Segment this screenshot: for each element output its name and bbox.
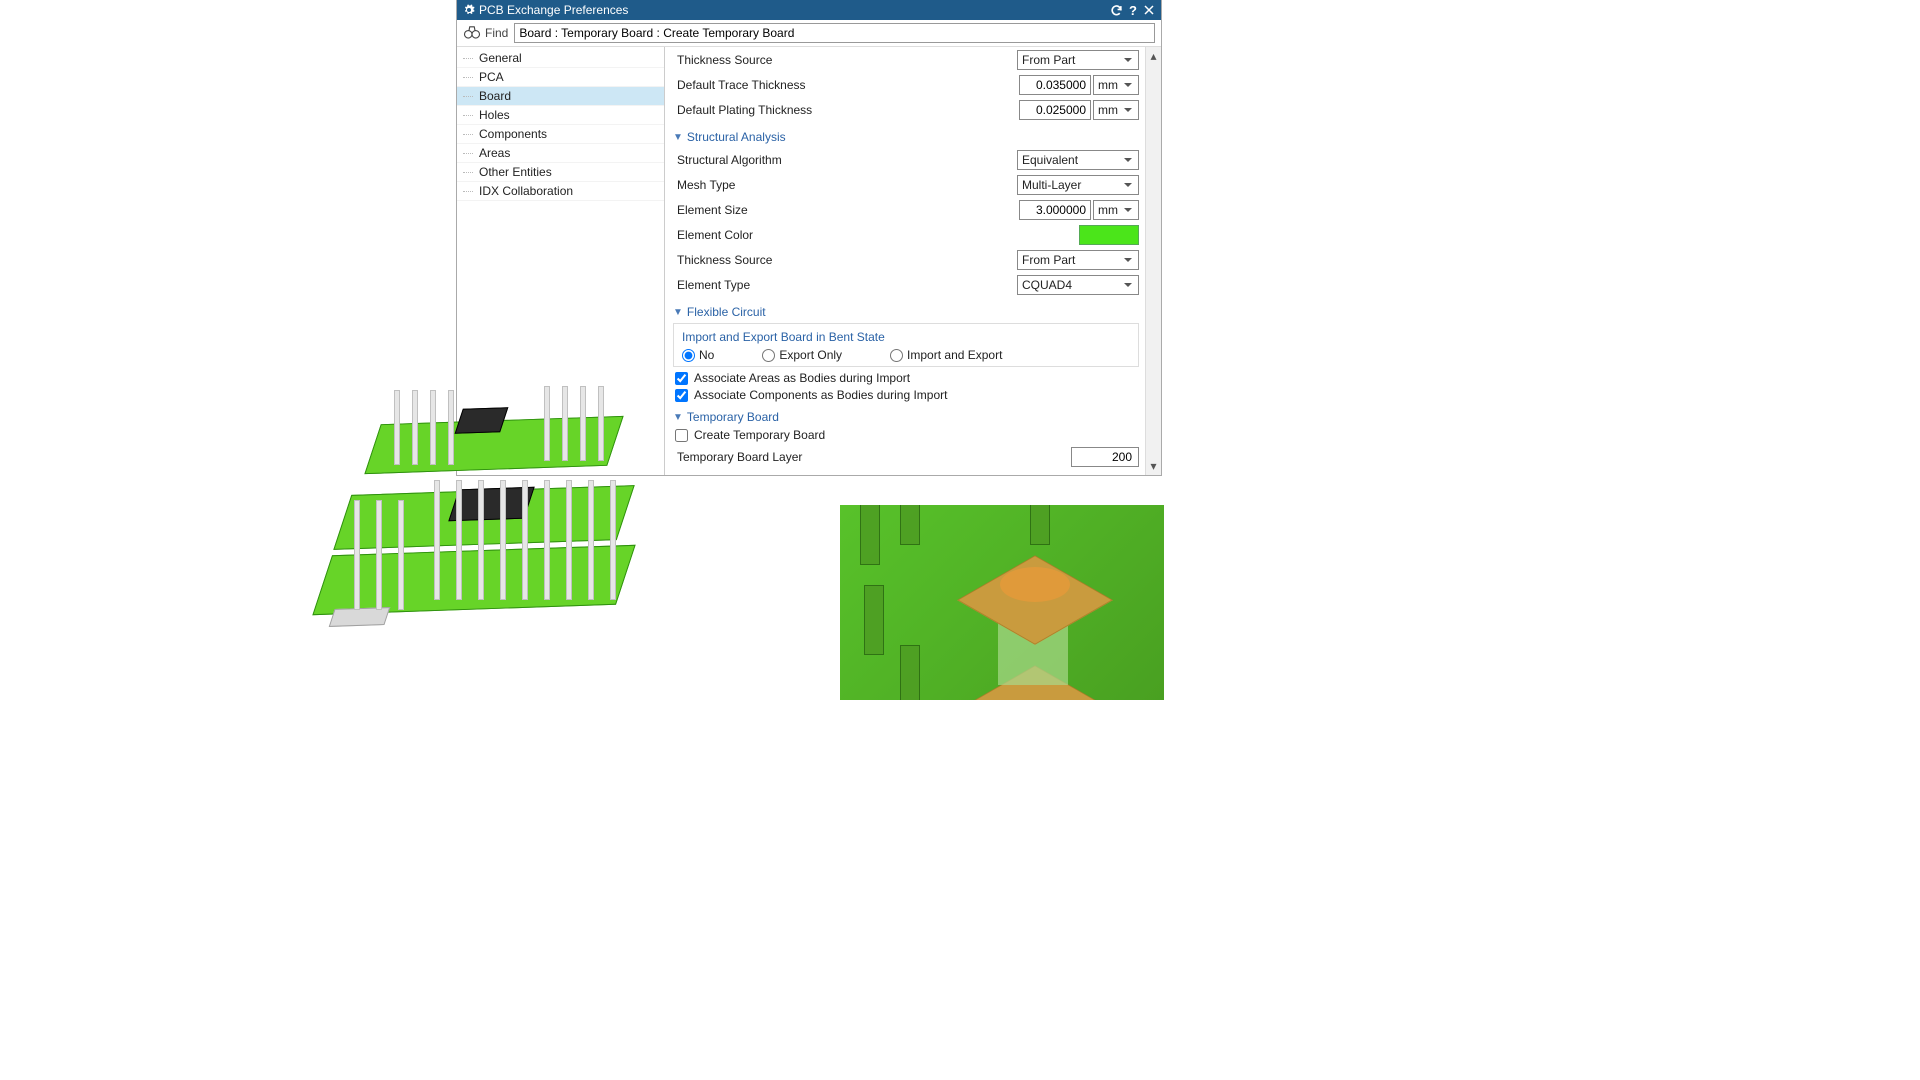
titlebar: PCB Exchange Preferences ? bbox=[457, 0, 1161, 20]
label-thickness-source: Thickness Source bbox=[673, 53, 1017, 67]
input-element-size[interactable] bbox=[1019, 200, 1091, 220]
tree-item-board[interactable]: Board bbox=[457, 87, 664, 106]
label-struct-thickness-source: Thickness Source bbox=[673, 253, 1017, 267]
label-element-type: Element Type bbox=[673, 278, 1017, 292]
label-default-trace: Default Trace Thickness bbox=[673, 78, 1019, 92]
collapse-icon: ▼ bbox=[673, 412, 683, 423]
reset-icon[interactable] bbox=[1110, 4, 1123, 17]
dd-struct-thickness-source[interactable]: From Part bbox=[1017, 250, 1139, 270]
dd-plating-unit[interactable]: mm bbox=[1093, 100, 1139, 120]
radio-no[interactable]: No bbox=[682, 348, 714, 362]
find-bar: Find bbox=[457, 20, 1161, 47]
tree-item-areas[interactable]: Areas bbox=[457, 144, 664, 163]
label-temp-layer: Temporary Board Layer bbox=[673, 450, 1071, 464]
scroll-up-icon[interactable]: ▴ bbox=[1146, 47, 1161, 65]
dd-element-type[interactable]: CQUAD4 bbox=[1017, 275, 1139, 295]
label-element-color: Element Color bbox=[673, 228, 1079, 242]
group-bent-state: Import and Export Board in Bent State No… bbox=[673, 323, 1139, 367]
tree-item-components[interactable]: Components bbox=[457, 125, 664, 144]
binoculars-icon bbox=[463, 24, 481, 43]
input-default-plating[interactable] bbox=[1019, 100, 1091, 120]
collapse-icon: ▼ bbox=[673, 307, 683, 318]
tree-item-idx[interactable]: IDX Collaboration bbox=[457, 182, 664, 201]
chk-associate-components[interactable]: Associate Components as Bodies during Im… bbox=[675, 388, 1139, 402]
find-label: Find bbox=[485, 26, 508, 40]
section-structural[interactable]: ▼ Structural Analysis bbox=[673, 130, 1139, 144]
group-title: Import and Export Board in Bent State bbox=[682, 330, 1130, 344]
section-flexible[interactable]: ▼ Flexible Circuit bbox=[673, 305, 1139, 319]
input-temp-layer[interactable] bbox=[1071, 447, 1139, 467]
input-default-trace[interactable] bbox=[1019, 75, 1091, 95]
close-icon[interactable] bbox=[1143, 4, 1155, 16]
label-algorithm: Structural Algorithm bbox=[673, 153, 1017, 167]
tree-item-holes[interactable]: Holes bbox=[457, 106, 664, 125]
scrollbar[interactable]: ▴ ▾ bbox=[1145, 47, 1161, 475]
tree-item-pca[interactable]: PCA bbox=[457, 68, 664, 87]
chk-create-temp-board[interactable]: Create Temporary Board bbox=[675, 428, 1139, 442]
dd-mesh-type[interactable]: Multi-Layer bbox=[1017, 175, 1139, 195]
radio-export-only[interactable]: Export Only bbox=[762, 348, 842, 362]
dd-element-size-unit[interactable]: mm bbox=[1093, 200, 1139, 220]
label-default-plating: Default Plating Thickness bbox=[673, 103, 1019, 117]
settings-content: Thickness Source From Part Default Trace… bbox=[665, 47, 1145, 475]
dd-thickness-source[interactable]: From Part bbox=[1017, 50, 1139, 70]
color-picker-element[interactable] bbox=[1079, 225, 1139, 245]
tree-item-general[interactable]: General bbox=[457, 49, 664, 68]
section-temporary[interactable]: ▼ Temporary Board bbox=[673, 410, 1139, 424]
dd-trace-unit[interactable]: mm bbox=[1093, 75, 1139, 95]
find-input[interactable] bbox=[514, 23, 1155, 43]
dd-algorithm[interactable]: Equivalent bbox=[1017, 150, 1139, 170]
radio-import-export[interactable]: Import and Export bbox=[890, 348, 1002, 362]
pcb-3d-preview bbox=[284, 380, 660, 660]
window-title: PCB Exchange Preferences bbox=[479, 3, 628, 17]
scroll-down-icon[interactable]: ▾ bbox=[1146, 457, 1161, 475]
help-icon[interactable]: ? bbox=[1129, 3, 1137, 18]
collapse-icon: ▼ bbox=[673, 132, 683, 143]
via-detail-preview bbox=[840, 505, 1164, 700]
label-mesh-type: Mesh Type bbox=[673, 178, 1017, 192]
gear-icon bbox=[463, 4, 475, 16]
tree-item-other[interactable]: Other Entities bbox=[457, 163, 664, 182]
label-element-size: Element Size bbox=[673, 203, 1019, 217]
chk-associate-areas[interactable]: Associate Areas as Bodies during Import bbox=[675, 371, 1139, 385]
